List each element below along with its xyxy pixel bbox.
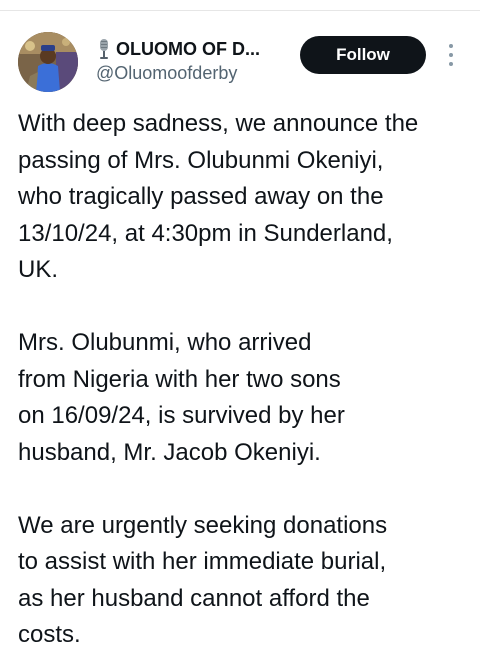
post-paragraph: Mrs. Olubunmi, who arrived from Nigeria … [18,325,470,471]
follow-button[interactable]: Follow [300,36,426,74]
author-handle[interactable]: @Oluomoofderby [96,63,237,84]
post-text-line: on 16/09/24, is survived by her [18,402,345,429]
post-text-line: passing of Mrs. Olubunmi Okeniyi, [18,146,384,174]
post-text-line: who tragically passed away on the [18,183,384,210]
post-text-line: With deep sadness, we announce the [18,110,419,137]
more-vertical-icon[interactable] [442,40,460,70]
more-dot [449,44,453,48]
post-card: OLUOMO OF D... @Oluomoofderby Follow Wit… [0,0,480,650]
author-name-row[interactable]: OLUOMO OF D... [96,37,260,61]
post-paragraph: We are urgently seeking donations to ass… [18,508,470,654]
post-text-line: 13/10/24, at 4:30pm in Sunderland, [18,219,393,247]
author-display-name: OLUOMO OF D... [116,38,260,59]
post-text-line: UK. [18,256,59,283]
avatar[interactable] [18,32,78,92]
avatar-image [18,32,78,92]
post-text-line: Mrs. Olubunmi, who arrived [18,329,312,356]
post-text-line: We are urgently seeking donations [18,511,388,539]
more-dot [449,53,453,57]
microphone-icon [96,38,112,60]
post-text-line: from Nigeria with her two sons [18,365,341,393]
more-dot [449,62,453,66]
post-text-line: costs. [18,621,81,648]
post-body: With deep sadness, we announce the passi… [18,106,470,654]
post-text-line: husband, Mr. Jacob Okeniyi. [18,438,321,466]
post-paragraph: With deep sadness, we announce the passi… [18,106,470,289]
post-text-line: as her husband cannot afford the [18,584,370,612]
post-text-line: to assist with her immediate burial, [18,548,387,575]
